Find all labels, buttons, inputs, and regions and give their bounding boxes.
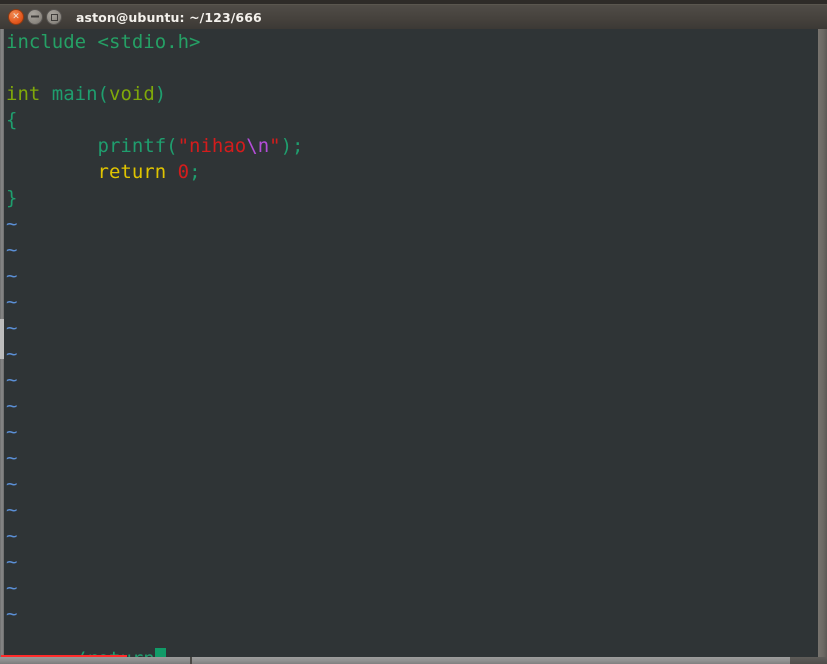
empty-line-marker: ~ xyxy=(4,237,818,263)
tilde-icon: ~ xyxy=(6,525,18,547)
terminal-body[interactable]: include <stdio.h> int main(void){ printf(… xyxy=(0,29,827,657)
code-token: \n xyxy=(246,135,270,157)
empty-line-marker: ~ xyxy=(4,523,818,549)
code-token: 0 xyxy=(177,161,190,183)
code-lines: include <stdio.h> int main(void){ printf(… xyxy=(4,29,818,211)
maximize-glyph xyxy=(50,13,58,21)
close-glyph: × xyxy=(12,11,20,21)
tilde-icon: ~ xyxy=(6,551,18,573)
empty-line-marker: ~ xyxy=(4,471,818,497)
code-line: include <stdio.h> xyxy=(4,29,818,55)
code-line: int main(void) xyxy=(4,81,818,107)
tilde-icon: ~ xyxy=(6,447,18,469)
text-cursor xyxy=(154,648,166,657)
code-token: "nihao xyxy=(177,135,247,157)
empty-line-marker: ~ xyxy=(4,419,818,445)
empty-line-marker: ~ xyxy=(4,549,818,575)
empty-line-marker: ~ xyxy=(4,445,818,471)
window-controls: × xyxy=(8,9,62,25)
code-token: } xyxy=(6,187,18,209)
tilde-icon: ~ xyxy=(6,291,18,313)
vim-buffer[interactable]: include <stdio.h> int main(void){ printf(… xyxy=(4,29,818,657)
tilde-icon: ~ xyxy=(6,369,18,391)
horizontal-scrollbar-thumb[interactable] xyxy=(192,657,790,664)
code-token: main xyxy=(51,83,98,105)
code-line: { xyxy=(4,107,818,133)
code-token: ); xyxy=(280,135,304,157)
tilde-icon: ~ xyxy=(6,343,18,365)
code-token: return xyxy=(97,161,167,183)
tilde-icon: ~ xyxy=(6,577,18,599)
horizontal-scrollbar-track-right[interactable] xyxy=(790,657,827,664)
empty-line-marker: ~ xyxy=(4,211,818,237)
tilde-icon: ~ xyxy=(6,395,18,417)
maximize-icon[interactable] xyxy=(46,9,62,25)
tilde-icon: ~ xyxy=(6,239,18,261)
tilde-icon: ~ xyxy=(6,421,18,443)
window-title: aston@ubuntu: ~/123/666 xyxy=(76,9,262,25)
tilde-icon: ~ xyxy=(6,317,18,339)
code-token: include <stdio.h> xyxy=(6,31,201,53)
code-token: ( xyxy=(166,135,178,157)
code-token: void xyxy=(109,83,155,105)
vim-search-text: /return xyxy=(75,648,155,657)
tilde-icon: ~ xyxy=(6,499,18,521)
minimize-icon[interactable] xyxy=(27,9,43,25)
empty-line-marker: ~ xyxy=(4,575,818,601)
code-token: ; xyxy=(189,161,201,183)
code-token: " xyxy=(269,135,281,157)
minimize-glyph xyxy=(31,15,39,18)
tilde-icon: ~ xyxy=(6,473,18,495)
horizontal-scrollbar-segment-left[interactable] xyxy=(0,657,190,664)
empty-line-marker: ~ xyxy=(4,367,818,393)
empty-line-marker: ~ xyxy=(4,497,818,523)
terminal-window: × aston@ubuntu: ~/123/666 include <stdio… xyxy=(0,0,827,664)
window-right-edge xyxy=(818,29,827,657)
code-token: ) xyxy=(154,83,167,105)
code-line: return 0; xyxy=(4,159,818,185)
tilde-icon: ~ xyxy=(6,213,18,235)
code-line: } xyxy=(4,185,818,211)
code-token: { xyxy=(6,109,18,131)
empty-line-marker: ~ xyxy=(4,289,818,315)
window-titlebar[interactable]: × aston@ubuntu: ~/123/666 xyxy=(0,4,827,29)
code-token: ( xyxy=(97,83,109,105)
code-token: int xyxy=(6,83,41,105)
empty-line-marker: ~ xyxy=(4,393,818,419)
vim-empty-line-markers: ~ ~ ~ ~ ~ ~ ~ ~ ~ ~ ~ ~ ~ ~ ~ ~ xyxy=(4,211,818,627)
tilde-icon: ~ xyxy=(6,265,18,287)
horizontal-scrollbar[interactable] xyxy=(0,657,827,664)
close-icon[interactable]: × xyxy=(8,9,24,25)
vim-command-line[interactable]: /return xyxy=(4,620,166,657)
empty-line-marker: ~ xyxy=(4,341,818,367)
empty-line-marker: ~ xyxy=(4,315,818,341)
empty-line-marker: ~ xyxy=(4,263,818,289)
code-token: printf xyxy=(97,135,167,157)
code-line: printf("nihao\n"); xyxy=(4,133,818,159)
